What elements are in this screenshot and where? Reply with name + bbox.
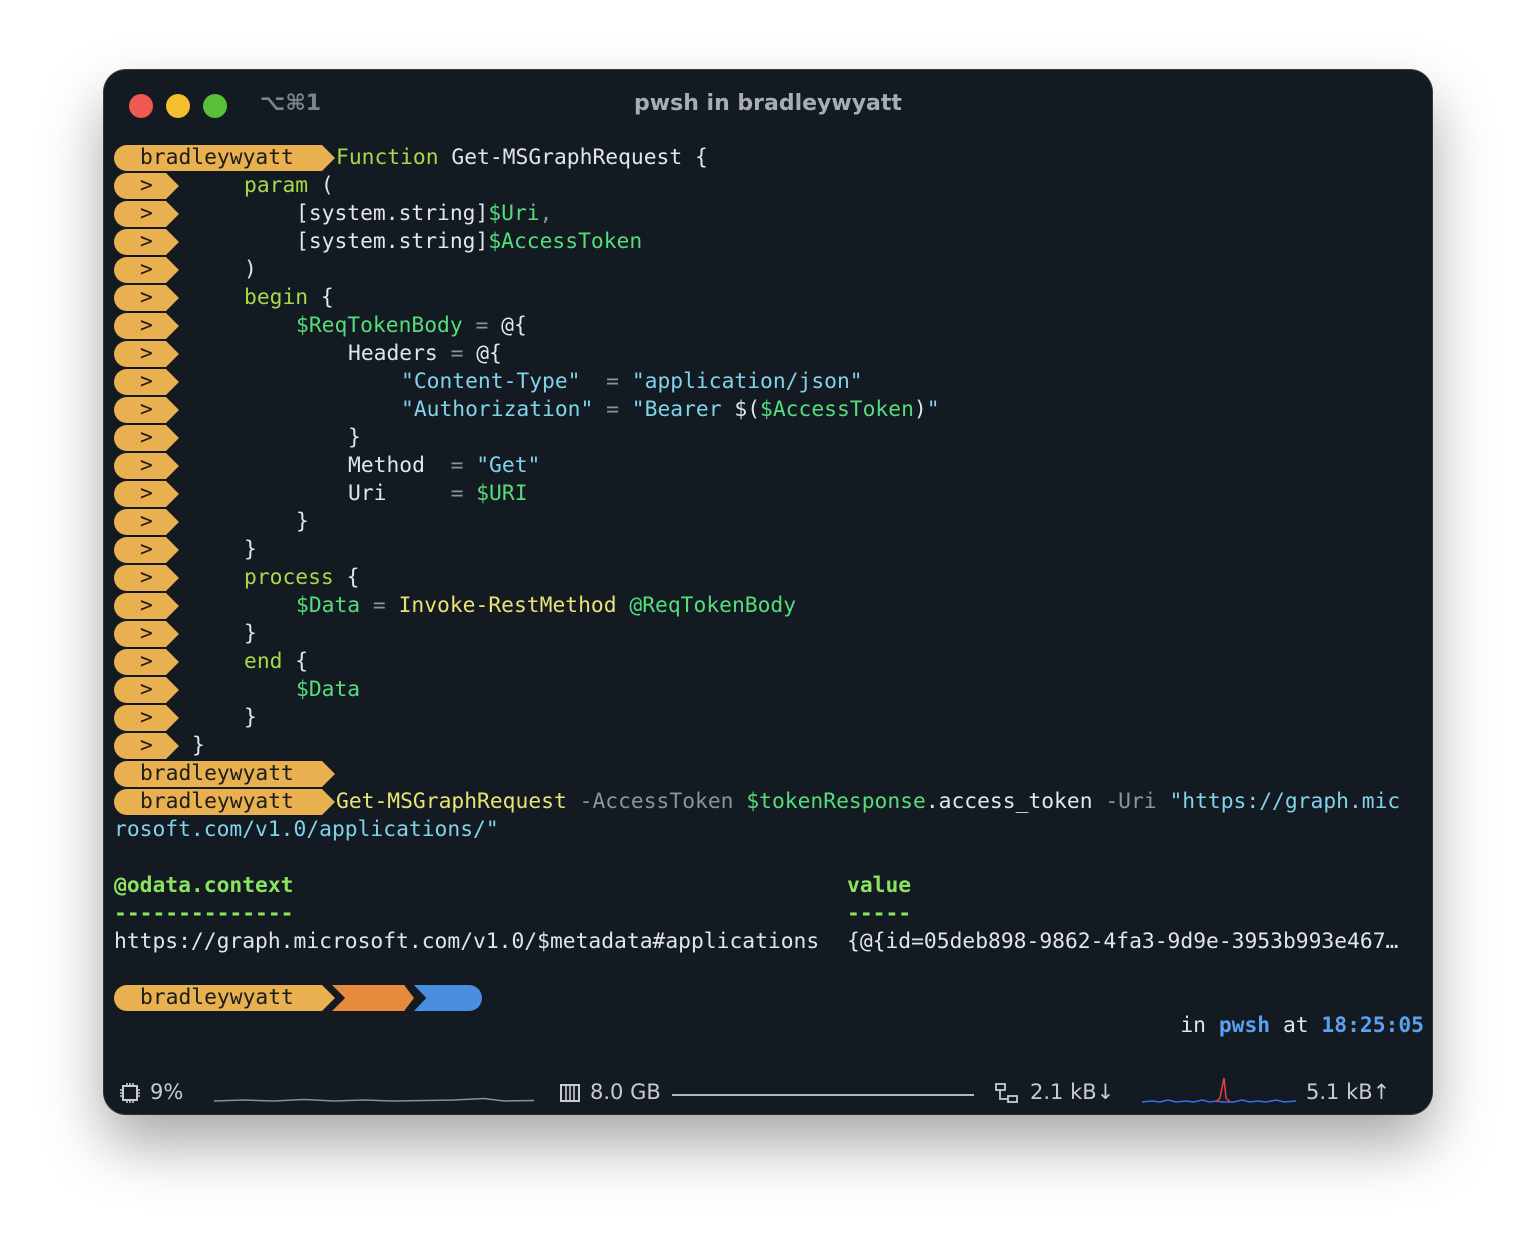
terminal-line: bradleywyatt ~ ✓ in pwsh at 18:25:05 <box>114 984 1424 1038</box>
prompt-continuation: > <box>114 201 179 227</box>
terminal-line: > param ( <box>114 172 334 200</box>
prompt-continuation: > <box>114 369 179 395</box>
network-sparkline <box>1142 1077 1296 1103</box>
terminal-line: > } <box>114 536 257 564</box>
terminal-output[interactable]: bradleywyatt Function Get-MSGraphRequest… <box>114 144 1424 1038</box>
terminal-line: > begin { <box>114 284 334 312</box>
terminal-line: > } <box>114 508 309 536</box>
prompt-continuation: > <box>114 285 179 311</box>
terminal-line: > Headers = @{ <box>114 340 502 368</box>
terminal-line: > end { <box>114 648 308 676</box>
prompt-continuation: > <box>114 341 179 367</box>
prompt-folder-segment: ~ <box>332 985 414 1011</box>
prompt-continuation: > <box>114 509 179 535</box>
terminal-line: > } <box>114 424 361 452</box>
output-separator-row: -------------- ----- <box>114 901 912 926</box>
prompt-continuation: > <box>114 481 179 507</box>
terminal-line: bradleywyatt <box>114 760 1424 788</box>
terminal-line: > process { <box>114 564 359 592</box>
terminal-window: ⌥⌘1 pwsh in bradleywyatt bradleywyatt Fu… <box>104 70 1432 1114</box>
prompt-continuation: > <box>114 313 179 339</box>
folder-icon <box>450 1020 466 1032</box>
output-data-row: https://graph.microsoft.com/v1.0/$metada… <box>114 928 1398 956</box>
terminal-line: > [system.string]$Uri, <box>114 200 552 228</box>
memory-icon <box>560 1084 580 1102</box>
network-download: 2.1 kB↓ <box>1030 1080 1115 1104</box>
output-cell: https://graph.microsoft.com/v1.0/$metada… <box>114 929 820 954</box>
terminal-line: > } <box>114 732 205 760</box>
prompt-continuation: > <box>114 257 179 283</box>
column-header: @odata.context <box>114 873 294 898</box>
memory-usage: 8.0 GB <box>590 1080 661 1104</box>
prompt-continuation: > <box>114 649 179 675</box>
output-header-row: @odata.context value <box>114 872 911 900</box>
terminal-line: > $Data <box>114 676 360 704</box>
memory-sparkline <box>672 1094 974 1096</box>
prompt-continuation: > <box>114 565 179 591</box>
terminal-line: rosoft.com/v1.0/applications/" <box>114 817 499 842</box>
cpu-sparkline <box>214 1097 534 1102</box>
prompt-continuation: > <box>114 621 179 647</box>
prompt-continuation: > <box>114 229 179 255</box>
prompt-status-segment: ✓ <box>414 985 482 1011</box>
prompt-continuation: > <box>114 705 179 731</box>
prompt-user-segment: bradleywyatt <box>114 985 335 1011</box>
title-bar[interactable]: ⌥⌘1 pwsh in bradleywyatt <box>104 70 1432 142</box>
window-title: pwsh in bradleywyatt <box>634 91 902 116</box>
terminal-line: bradleywyatt Get-MSGraphRequest -AccessT… <box>114 788 1424 816</box>
terminal-line: > "Authorization" = "Bearer $($AccessTok… <box>114 396 940 424</box>
cpu-icon <box>120 1083 140 1103</box>
column-header: value <box>847 873 912 898</box>
network-upload: 5.1 kB↑ <box>1306 1080 1391 1104</box>
terminal-line: > "Content-Type" = "application/json" <box>114 368 863 396</box>
prompt-continuation: > <box>114 425 179 451</box>
terminal-line: > Uri = $URI <box>114 480 528 508</box>
status-bar: 9% 8.0 GB 2.1 kB↓ 5.1 kB↑ <box>104 1070 1432 1114</box>
prompt-user-segment: bradleywyatt <box>114 761 335 787</box>
terminal-line: bradleywyatt Function Get-MSGraphRequest… <box>114 144 1424 172</box>
check-icon: ✓ <box>536 1012 549 1036</box>
network-icon <box>995 1083 1018 1103</box>
prompt-continuation: > <box>114 733 179 759</box>
right-prompt: in pwsh at 18:25:05 <box>1180 1013 1424 1038</box>
prompt-continuation: > <box>114 537 179 563</box>
terminal-line: > Method = "Get" <box>114 452 540 480</box>
terminal-line: > [system.string]$AccessToken <box>114 228 642 256</box>
prompt-continuation: > <box>114 397 179 423</box>
terminal-line: > } <box>114 620 257 648</box>
prompt-continuation: > <box>114 453 179 479</box>
prompt-continuation: > <box>114 593 179 619</box>
terminal-line: > $ReqTokenBody = @{ <box>114 312 527 340</box>
prompt-continuation: > <box>114 173 179 199</box>
cpu-usage: 9% <box>150 1080 184 1104</box>
terminal-line: > ) <box>114 256 257 284</box>
prompt-continuation: > <box>114 677 179 703</box>
terminal-line: > } <box>114 704 257 732</box>
prompt-user-segment: bradleywyatt <box>114 145 335 171</box>
output-cell: {@{id=05deb898-9862-4fa3-9d9e-3953b993e4… <box>847 929 1399 954</box>
terminal-line: > $Data = Invoke-RestMethod @ReqTokenBod… <box>114 592 796 620</box>
prompt-user-segment: bradleywyatt <box>114 789 335 815</box>
